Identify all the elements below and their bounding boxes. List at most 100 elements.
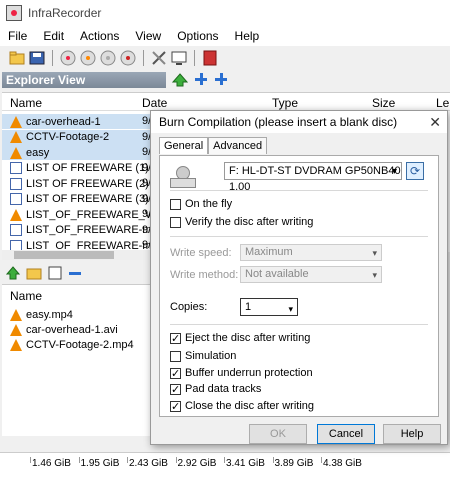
compilation-file-row[interactable]: CCTV-Footage-2.mp4 <box>2 337 162 352</box>
checkbox-box[interactable] <box>170 400 181 413</box>
close-disc-checkbox[interactable]: Close the disc after writing <box>170 400 314 413</box>
ruler-tick <box>30 457 31 463</box>
up-folder-icon[interactable] <box>171 72 189 91</box>
copies-label: Copies: <box>170 301 208 313</box>
checkbox-box[interactable] <box>170 332 181 345</box>
open-folder-icon[interactable] <box>8 49 26 67</box>
checkbox-label: Buffer underrun protection <box>185 367 313 379</box>
ruler-label: 4.38 GiB <box>323 458 362 469</box>
file-row[interactable]: LIST OF FREEWARE (3) <box>2 192 162 207</box>
vlc-file-icon <box>10 338 22 351</box>
divider <box>170 324 428 325</box>
menu-options[interactable]: Options <box>169 29 226 43</box>
document-icon <box>10 177 22 190</box>
new-folder-icon[interactable] <box>26 266 42 283</box>
devices-icon[interactable] <box>170 49 188 67</box>
column-size[interactable]: Size <box>372 96 395 110</box>
disc-space-ruler: 1.46 GiB 1.95 GiB 2.43 GiB 2.92 GiB 3.41 GiB… <box>0 452 450 487</box>
file-name: LIST_OF_FREEWARE-m <box>26 224 152 236</box>
buffer-underrun-checkbox[interactable]: Buffer underrun protection <box>170 367 313 380</box>
menu-view[interactable]: View <box>127 29 169 43</box>
ruler-tick <box>175 457 177 463</box>
column-name[interactable]: Name <box>10 96 42 110</box>
tab-general[interactable]: General <box>159 137 209 154</box>
eject-checkbox[interactable]: Eject the disc after writing <box>170 332 310 345</box>
import-icon[interactable] <box>48 266 62 283</box>
drive-select-value: F: HL-DT-ST DVDRAM GP50NB40 1.00 <box>229 165 401 193</box>
checkbox-box[interactable] <box>170 216 181 228</box>
remove-icon[interactable] <box>68 266 82 283</box>
write-speed-select: Maximum ▾ <box>240 244 382 261</box>
compilation-file-list: Name easy.mp4 car-overhead-1.avi CCTV-Foot… <box>2 284 162 436</box>
column-length[interactable]: Le <box>436 96 449 110</box>
save-icon[interactable] <box>28 49 46 67</box>
simulation-checkbox[interactable]: Simulation <box>170 350 236 362</box>
copies-select[interactable]: 1 ▾ <box>240 298 298 316</box>
checkbox-label: Verify the disc after writing <box>185 216 314 228</box>
compilation-file-row[interactable]: easy.mp4 <box>2 307 162 322</box>
file-row[interactable]: CCTV-Footage-2 <box>2 129 162 145</box>
cancel-button[interactable]: Cancel <box>317 424 375 444</box>
exit-icon[interactable] <box>201 49 219 67</box>
file-row[interactable]: easy <box>2 145 162 160</box>
compilation-file-row[interactable]: car-overhead-1.avi <box>2 322 162 337</box>
file-name: CCTV-Footage-2.mp4 <box>26 338 134 351</box>
dialog-title: Burn Compilation (please insert a blank … <box>159 115 398 129</box>
scrollbar-thumb[interactable] <box>14 251 114 259</box>
verify-checkbox[interactable]: Verify the disc after writing <box>170 216 313 228</box>
checkbox-box[interactable] <box>170 350 181 362</box>
horizontal-scrollbar[interactable] <box>2 250 162 260</box>
write-method-select: Not available ▾ <box>240 266 382 283</box>
file-row[interactable]: LIST_OF_FREEWARE_Vi <box>2 207 162 222</box>
file-name: LIST OF FREEWARE (1) <box>26 162 149 174</box>
main-toolbar <box>0 46 450 70</box>
copy-disc-icon[interactable] <box>79 49 97 67</box>
explorer-view-header: Explorer View <box>2 72 166 88</box>
menu-edit[interactable]: Edit <box>35 29 72 43</box>
vlc-file-icon <box>10 146 22 159</box>
add-icon[interactable] <box>194 72 208 91</box>
ok-button[interactable]: OK <box>249 424 307 444</box>
erase-disc-icon[interactable] <box>99 49 117 67</box>
burn-compilation-dialog: Burn Compilation (please insert a blank … <box>150 110 448 445</box>
column-date[interactable]: Date <box>142 96 167 110</box>
file-row[interactable]: car-overhead-1 <box>2 114 162 129</box>
add-all-icon[interactable] <box>214 72 228 91</box>
checkbox-box[interactable] <box>170 198 181 210</box>
file-row[interactable]: LIST OF FREEWARE (1) <box>2 161 162 176</box>
write-speed-value: Maximum <box>245 246 293 258</box>
disc-info-icon[interactable] <box>119 49 137 67</box>
file-name: CCTV-Footage-2 <box>26 131 110 143</box>
file-row[interactable]: LIST OF FREEWARE (2) <box>2 176 162 191</box>
document-icon <box>10 193 22 205</box>
chevron-down-icon: ▾ <box>288 304 293 314</box>
refresh-icon[interactable]: ⟳ <box>406 162 424 180</box>
ruler-label: 3.41 GiB <box>226 458 265 469</box>
ruler-tick <box>272 457 274 463</box>
on-the-fly-checkbox[interactable]: On the fly <box>170 198 232 210</box>
menu-help[interactable]: Help <box>227 29 268 43</box>
menu-actions[interactable]: Actions <box>72 29 127 43</box>
checkbox-box[interactable] <box>170 383 181 396</box>
pad-data-tracks-checkbox[interactable]: Pad data tracks <box>170 383 262 396</box>
checkbox-box[interactable] <box>170 367 181 380</box>
menu-file[interactable]: File <box>0 29 35 43</box>
close-icon[interactable]: ✕ <box>429 114 441 131</box>
burn-disc-icon[interactable] <box>59 49 77 67</box>
tab-advanced[interactable]: Advanced <box>208 137 268 154</box>
drive-row <box>170 166 200 190</box>
column-type[interactable]: Type <box>272 96 298 110</box>
file-row[interactable]: LIST_OF_FREEWARE-m <box>2 223 162 238</box>
checkbox-label: On the fly <box>185 198 233 210</box>
up-folder-icon[interactable] <box>5 265 21 283</box>
general-tab-pane: F: HL-DT-ST DVDRAM GP50NB40 1.00 ▾ ⟳ On … <box>159 155 439 417</box>
compilation-column-name[interactable]: Name <box>10 289 42 303</box>
help-button[interactable]: Help <box>383 424 441 444</box>
divider <box>170 190 428 191</box>
checkbox-label: Pad data tracks <box>185 383 262 395</box>
ruler-label: 2.43 GiB <box>129 458 168 469</box>
drive-select[interactable]: F: HL-DT-ST DVDRAM GP50NB40 1.00 ▾ <box>224 162 402 193</box>
settings-tools-icon[interactable] <box>150 49 168 67</box>
ruler-tick <box>78 457 80 463</box>
document-icon <box>10 162 22 174</box>
